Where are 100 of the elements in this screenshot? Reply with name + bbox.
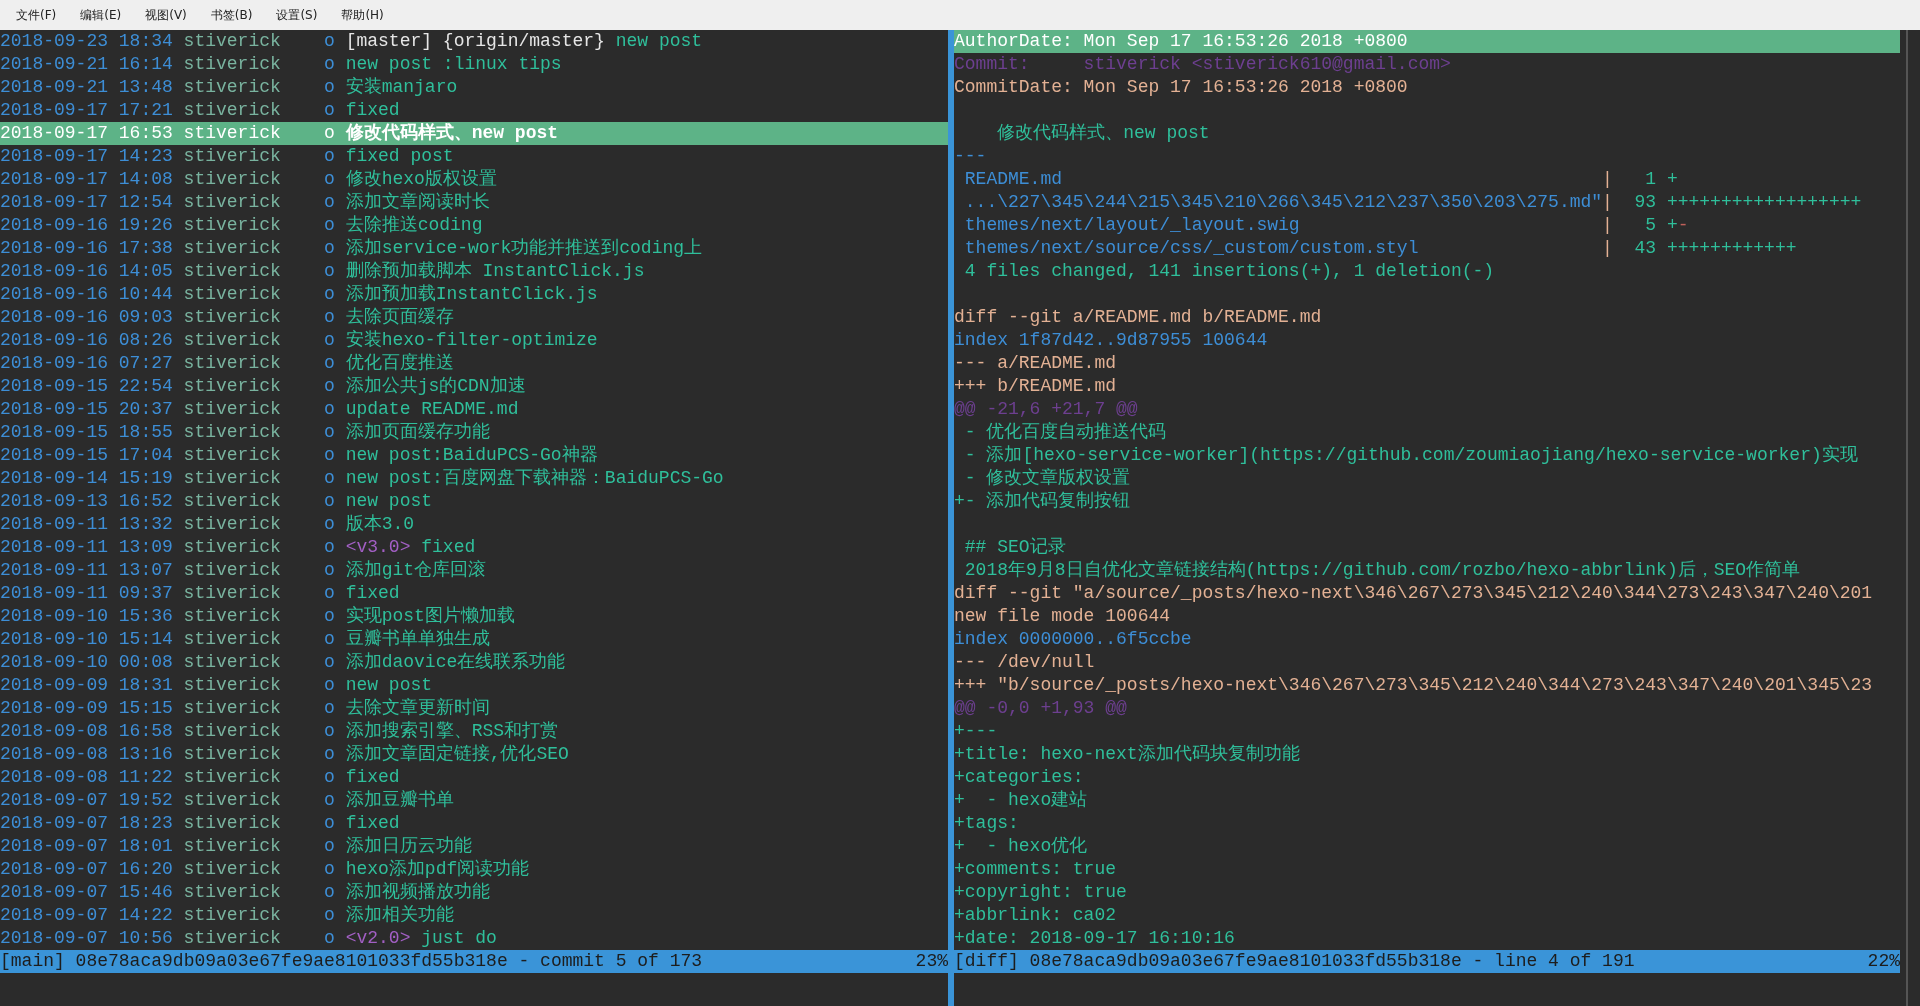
commit-row[interactable]: 2018-09-07 18:23 stiverick o fixed — [0, 812, 948, 835]
commit-row[interactable]: 2018-09-11 09:37 stiverick o fixed — [0, 582, 948, 605]
index-line: index 0000000..6f5ccbe — [954, 628, 1193, 651]
commit-date: 2018-09-11 — [0, 513, 110, 536]
commit-row[interactable]: 2018-09-08 16:58 stiverick o 添加搜索引擎、RSS和打赏 — [0, 720, 948, 743]
commit-row[interactable]: 2018-09-16 14:05 stiverick o 删除预加载脚本 InstantClick.js — [0, 260, 948, 283]
commit-row[interactable]: 2018-09-11 13:09 stiverick o <v3.0> fixed — [0, 536, 948, 559]
commit-row[interactable]: 2018-09-13 16:52 stiverick o new post — [0, 490, 948, 513]
commit-row[interactable]: 2018-09-07 18:01 stiverick o 添加日历云功能 — [0, 835, 948, 858]
commit-row[interactable]: 2018-09-08 11:22 stiverick o fixed — [0, 766, 948, 789]
commit-row[interactable]: 2018-09-16 09:03 stiverick o 去除页面缓存 — [0, 306, 948, 329]
menu-item[interactable]: 视图(V) — [135, 0, 197, 30]
commit-row[interactable]: 2018-09-16 08:26 stiverick o 安装hexo-filter-optimize — [0, 329, 948, 352]
menu-item[interactable]: 设置(S) — [266, 0, 328, 30]
commit-row[interactable]: 2018-09-09 15:15 stiverick o 去除文章更新时间 — [0, 697, 948, 720]
committer-line: Commit: stiverick <stiverick610@gmail.com> — [954, 53, 1452, 76]
commit-row[interactable]: 2018-09-21 16:14 stiverick o new post :linux tips — [0, 53, 948, 76]
commit-row[interactable]: 2018-09-16 10:44 stiverick o 添加预加载InstantClick.js — [0, 283, 948, 306]
graph-marker-label: o — [324, 421, 336, 444]
commit-row[interactable]: 2018-09-15 17:04 stiverick o new post:BaiduPCS-Go神器 — [0, 444, 948, 467]
graph-marker-label: o — [324, 743, 336, 766]
commit-row[interactable]: 2018-09-10 15:14 stiverick o 豆瓣书单单独生成 — [0, 628, 948, 651]
commit-author: stiverick — [183, 398, 282, 421]
commit-date: 2018-09-08 — [0, 720, 110, 743]
commit-message: 优化百度推送 — [345, 353, 454, 373]
commit-time: 09:03 — [118, 306, 174, 329]
commit-message: 版本3.0 — [345, 514, 415, 534]
commit-row[interactable]: 2018-09-17 14:23 stiverick o fixed post — [0, 145, 948, 168]
commit-author: stiverick — [183, 927, 282, 950]
commit-row[interactable]: 2018-09-21 13:48 stiverick o 安装manjaro — [0, 76, 948, 99]
commit-author: stiverick — [183, 812, 282, 835]
commit-message: new post — [345, 675, 433, 695]
commit-author: stiverick — [183, 375, 282, 398]
commit-time: 13:16 — [118, 743, 174, 766]
commit-row[interactable]: 2018-09-14 15:19 stiverick o new post:百度网盘下载神器：BaiduPCS-Go — [0, 467, 948, 490]
graph-marker-label: o — [324, 145, 336, 168]
commit-author: stiverick — [183, 421, 282, 444]
commit-time: 15:14 — [118, 628, 174, 651]
context-line: ## SEO记录 — [963, 536, 1067, 559]
commit-row[interactable]: 2018-09-07 10:56 stiverick o <v2.0> just do — [0, 927, 948, 950]
diffstat-divider: | — [1602, 237, 1614, 260]
commit-row[interactable]: 2018-09-15 20:37 stiverick o update README.md — [0, 398, 948, 421]
commit-time: 10:44 — [118, 283, 174, 306]
commit-row[interactable]: 2018-09-11 13:32 stiverick o 版本3.0 — [0, 513, 948, 536]
commit-date: 2018-09-07 — [0, 858, 110, 881]
commit-row[interactable]: 2018-09-07 16:20 stiverick o hexo添加pdf阅读功能 — [0, 858, 948, 881]
commit-row[interactable]: 2018-09-07 19:52 stiverick o 添加豆瓣书单 — [0, 789, 948, 812]
file-header-line: --- a/README.md — [954, 352, 1118, 375]
graph-marker-label: o — [324, 904, 336, 927]
commit-row[interactable]: 2018-09-17 17:21 stiverick o fixed — [0, 99, 948, 122]
commit-row[interactable]: 2018-09-16 17:38 stiverick o 添加service-work功能并推送到coding上 — [0, 237, 948, 260]
commit-row[interactable]: 2018-09-17 12:54 stiverick o 添加文章阅读时长 — [0, 191, 948, 214]
commit-row[interactable]: 2018-09-10 15:36 stiverick o 实现post图片懒加载 — [0, 605, 948, 628]
commit-row[interactable]: 2018-09-15 22:54 stiverick o 添加公共js的CDN加速 — [0, 375, 948, 398]
commit-message: 添加日历云功能 — [345, 836, 472, 856]
commit-row[interactable]: 2018-09-07 15:46 stiverick o 添加视频播放功能 — [0, 881, 948, 904]
graph-marker-label: o — [324, 352, 336, 375]
graph-marker-label: o — [324, 53, 336, 76]
status-text: [main] 08e78aca9db09a03e67fe9ae8101033fd55b318e - commit 5 of 173 — [0, 950, 703, 973]
context-line: - 修改文章版权设置 — [963, 467, 1132, 490]
menu-item[interactable]: 文件(F) — [6, 0, 67, 30]
added-line: +date: 2018-09-17 16:10:16 — [954, 927, 1236, 950]
commit-date: 2018-09-16 — [0, 306, 110, 329]
commit-time: 19:52 — [118, 789, 174, 812]
commit-row[interactable]: 2018-09-16 07:27 stiverick o 优化百度推送 — [0, 352, 948, 375]
commit-time: 15:46 — [118, 881, 174, 904]
diffstat-divider: | — [1602, 168, 1614, 191]
graph-marker-label: o — [324, 858, 336, 881]
diffstat-count: 43 — [1633, 237, 1657, 260]
commit-message: 添加相关功能 — [345, 905, 454, 925]
diffstat-file: themes/next/layout/_layout.swig — [963, 214, 1301, 237]
menu-item[interactable]: 书签(B) — [200, 0, 263, 30]
commit-author: stiverick — [183, 628, 282, 651]
commit-row[interactable]: 2018-09-23 18:34 stiverick o [master] {origin/master} new post — [0, 30, 948, 53]
menu-item[interactable]: 帮助(H) — [331, 0, 394, 30]
diffstat-insertions: ++++++++++++++++++ — [1666, 192, 1862, 212]
commit-date: 2018-09-10 — [0, 605, 110, 628]
commit-date: 2018-09-16 — [0, 260, 110, 283]
commit-row[interactable]: 2018-09-11 13:07 stiverick o 添加git仓库回滚 — [0, 559, 948, 582]
commit-row[interactable]: 2018-09-08 13:16 stiverick o 添加文章固定链接,优化SEO — [0, 743, 948, 766]
menu-item[interactable]: 编辑(E) — [70, 0, 132, 30]
commit-date: 2018-09-08 — [0, 766, 110, 789]
commit-date: 2018-09-17 — [0, 145, 110, 168]
commit-row[interactable]: 2018-09-16 19:26 stiverick o 去除推送coding — [0, 214, 948, 237]
graph-marker-label: o — [324, 76, 336, 99]
graph-marker-label: o — [324, 306, 336, 329]
commit-time: 14:23 — [118, 145, 174, 168]
file-header-line: +++ "b/source/_posts/hexo-next\346\267\273\345\212\240\344\273\243\347\240\201\345\23 — [954, 674, 1874, 697]
commit-message: new post :linux tips — [345, 54, 562, 74]
commit-date: 2018-09-16 — [0, 329, 110, 352]
commit-row[interactable]: 2018-09-15 18:55 stiverick o 添加页面缓存功能 — [0, 421, 948, 444]
graph-marker-label: o — [324, 536, 336, 559]
commit-time: 12:54 — [118, 191, 174, 214]
commit-time: 16:20 — [118, 858, 174, 881]
commit-row[interactable]: 2018-09-10 00:08 stiverick o 添加daovice在线联系功能 — [0, 651, 948, 674]
commit-author: stiverick — [183, 283, 282, 306]
commit-row[interactable]: 2018-09-07 14:22 stiverick o 添加相关功能 — [0, 904, 948, 927]
status-text: [diff] 08e78aca9db09a03e67fe9ae8101033fd55b318e - line 4 of 191 — [954, 950, 1635, 973]
commit-row[interactable]: 2018-09-09 18:31 stiverick o new post — [0, 674, 948, 697]
commit-row[interactable]: 2018-09-17 14:08 stiverick o 修改hexo版权设置 — [0, 168, 948, 191]
